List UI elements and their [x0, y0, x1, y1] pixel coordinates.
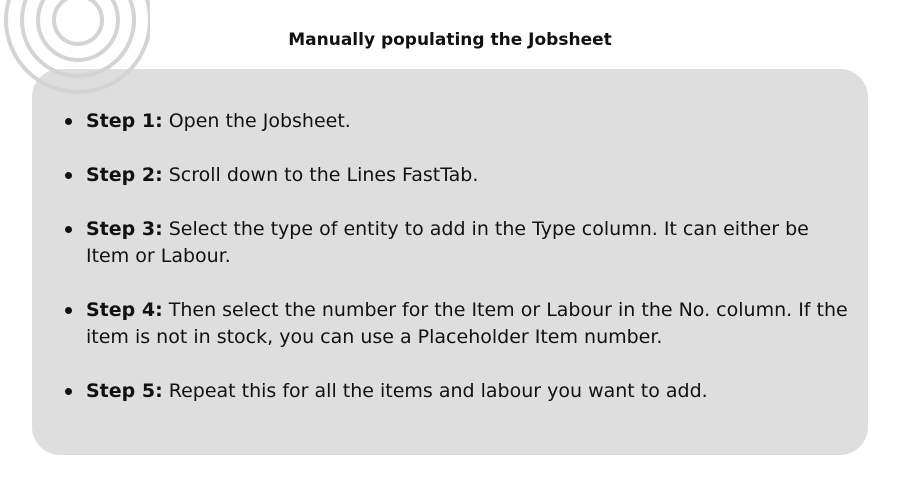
step-text: Repeat this for all the items and labour… [162, 380, 708, 402]
step-3: Step 3: Select the type of entity to add… [65, 216, 856, 270]
step-text: Then select the number for the Item or L… [86, 299, 848, 348]
step-label: Step 2: [86, 164, 163, 186]
steps-list: Step 1: Open the Jobsheet. Step 2: Scrol… [65, 108, 856, 405]
step-label: Step 3: [86, 218, 163, 240]
step-1: Step 1: Open the Jobsheet. [65, 108, 856, 135]
bullet-dot-icon [65, 307, 72, 314]
step-5: Step 5: Repeat this for all the items an… [65, 378, 856, 405]
bullet-dot-icon [65, 118, 72, 125]
step-label: Step 5: [86, 380, 163, 402]
steps-card: Step 1: Open the Jobsheet. Step 2: Scrol… [32, 69, 868, 455]
step-4: Step 4: Then select the number for the I… [65, 297, 856, 351]
bullet-dot-icon [65, 226, 72, 233]
step-2: Step 2: Scroll down to the Lines FastTab… [65, 162, 856, 189]
step-text: Open the Jobsheet. [162, 110, 351, 132]
step-label: Step 4: [86, 299, 163, 321]
step-text: Scroll down to the Lines FastTab. [162, 164, 479, 186]
step-text: Select the type of entity to add in the … [86, 218, 809, 267]
bullet-dot-icon [65, 172, 72, 179]
bullet-dot-icon [65, 388, 72, 395]
step-label: Step 1: [86, 110, 163, 132]
page-title: Manually populating the Jobsheet [288, 30, 612, 50]
